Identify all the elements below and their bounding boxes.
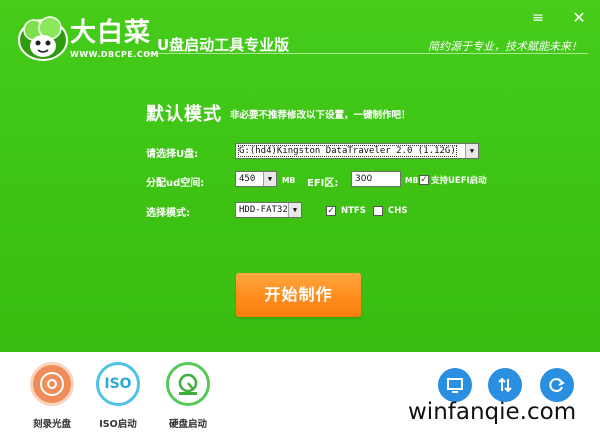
usb-select-value: G:(hd4)Kingston DataTraveler 2.0 (1.12G) [238, 145, 457, 157]
slogan: 简约源于专业，技术赋能未来！ [428, 40, 582, 53]
efi-input[interactable]: 300 [351, 171, 401, 187]
menu-icon[interactable]: ≡ [530, 10, 546, 26]
efi-unit: MB [405, 176, 419, 185]
brand-name: 大白菜 [70, 18, 152, 48]
iso-boot-label: ISO启动 [99, 419, 137, 430]
harddisk-boot-label: 硬盘启动 [168, 419, 207, 430]
chs-checkbox[interactable] [373, 206, 383, 216]
ud-unit: MB [282, 176, 296, 185]
iso-icon: ISO [96, 362, 140, 406]
title-bar: U盘启动工具专业版 简约源于专业，技术赋能未来！ [145, 30, 588, 54]
usb-label: 请选择U盘: [146, 149, 199, 160]
app-window: 大白菜 WWW.DBCPE.COM U盘启动工具专业版 简约源于专业，技术赋能未… [0, 0, 600, 444]
refresh-icon [549, 378, 565, 392]
ntfs-checkbox[interactable]: ✓ [326, 206, 336, 216]
ud-space-label: 分配ud空间: [146, 178, 205, 189]
sort-arrows-icon [498, 377, 512, 393]
watermark-text: winfanqie.com [408, 399, 577, 425]
monitor-icon [447, 378, 463, 393]
chevron-down-icon: ▼ [263, 172, 276, 186]
uefi-checkbox[interactable]: ✓ [419, 175, 429, 185]
mode-tip: 非必要不推荐修改以下设置，一键制作吧！ [230, 110, 411, 121]
mode-select-label: 选择模式: [146, 208, 190, 219]
iso-boot-button[interactable]: ISO ISO启动 [88, 362, 148, 442]
efi-label: EFI区: [307, 178, 339, 189]
header-panel: 大白菜 WWW.DBCPE.COM U盘启动工具专业版 简约源于专业，技术赋能未… [0, 0, 600, 352]
ntfs-label: NTFS [341, 206, 366, 216]
ud-space-value: 450 [239, 174, 256, 184]
start-button[interactable]: 开始制作 [236, 273, 361, 317]
harddisk-icon [166, 362, 210, 406]
uefi-label: 支持UEFI启动 [431, 176, 487, 186]
app-title: U盘启动工具专业版 [157, 36, 290, 54]
mode-title: 默认模式 [146, 104, 222, 125]
mode-select[interactable]: HDD-FAT32 ▼ [235, 202, 302, 218]
chevron-down-icon: ▼ [288, 203, 301, 217]
bottom-toolbar: 刻录光盘 ISO ISO启动 硬盘启动 winfanqie.com [0, 352, 600, 444]
mode-select-value: HDD-FAT32 [239, 205, 288, 215]
chs-label: CHS [388, 206, 408, 216]
disc-icon [30, 362, 74, 406]
burn-disc-button[interactable]: 刻录光盘 [22, 362, 82, 442]
refresh-button[interactable] [540, 368, 574, 402]
burn-disc-label: 刻录光盘 [32, 419, 71, 430]
sort-button[interactable] [488, 368, 522, 402]
close-icon[interactable]: ✕ [571, 10, 587, 26]
monitor-button[interactable] [438, 368, 472, 402]
usb-select[interactable]: G:(hd4)Kingston DataTraveler 2.0 (1.12G)… [235, 143, 479, 159]
chevron-down-icon: ▼ [465, 144, 478, 158]
ud-space-select[interactable]: 450 ▼ [235, 171, 277, 187]
cabbage-logo-icon [18, 16, 68, 61]
harddisk-boot-button[interactable]: 硬盘启动 [158, 362, 218, 442]
